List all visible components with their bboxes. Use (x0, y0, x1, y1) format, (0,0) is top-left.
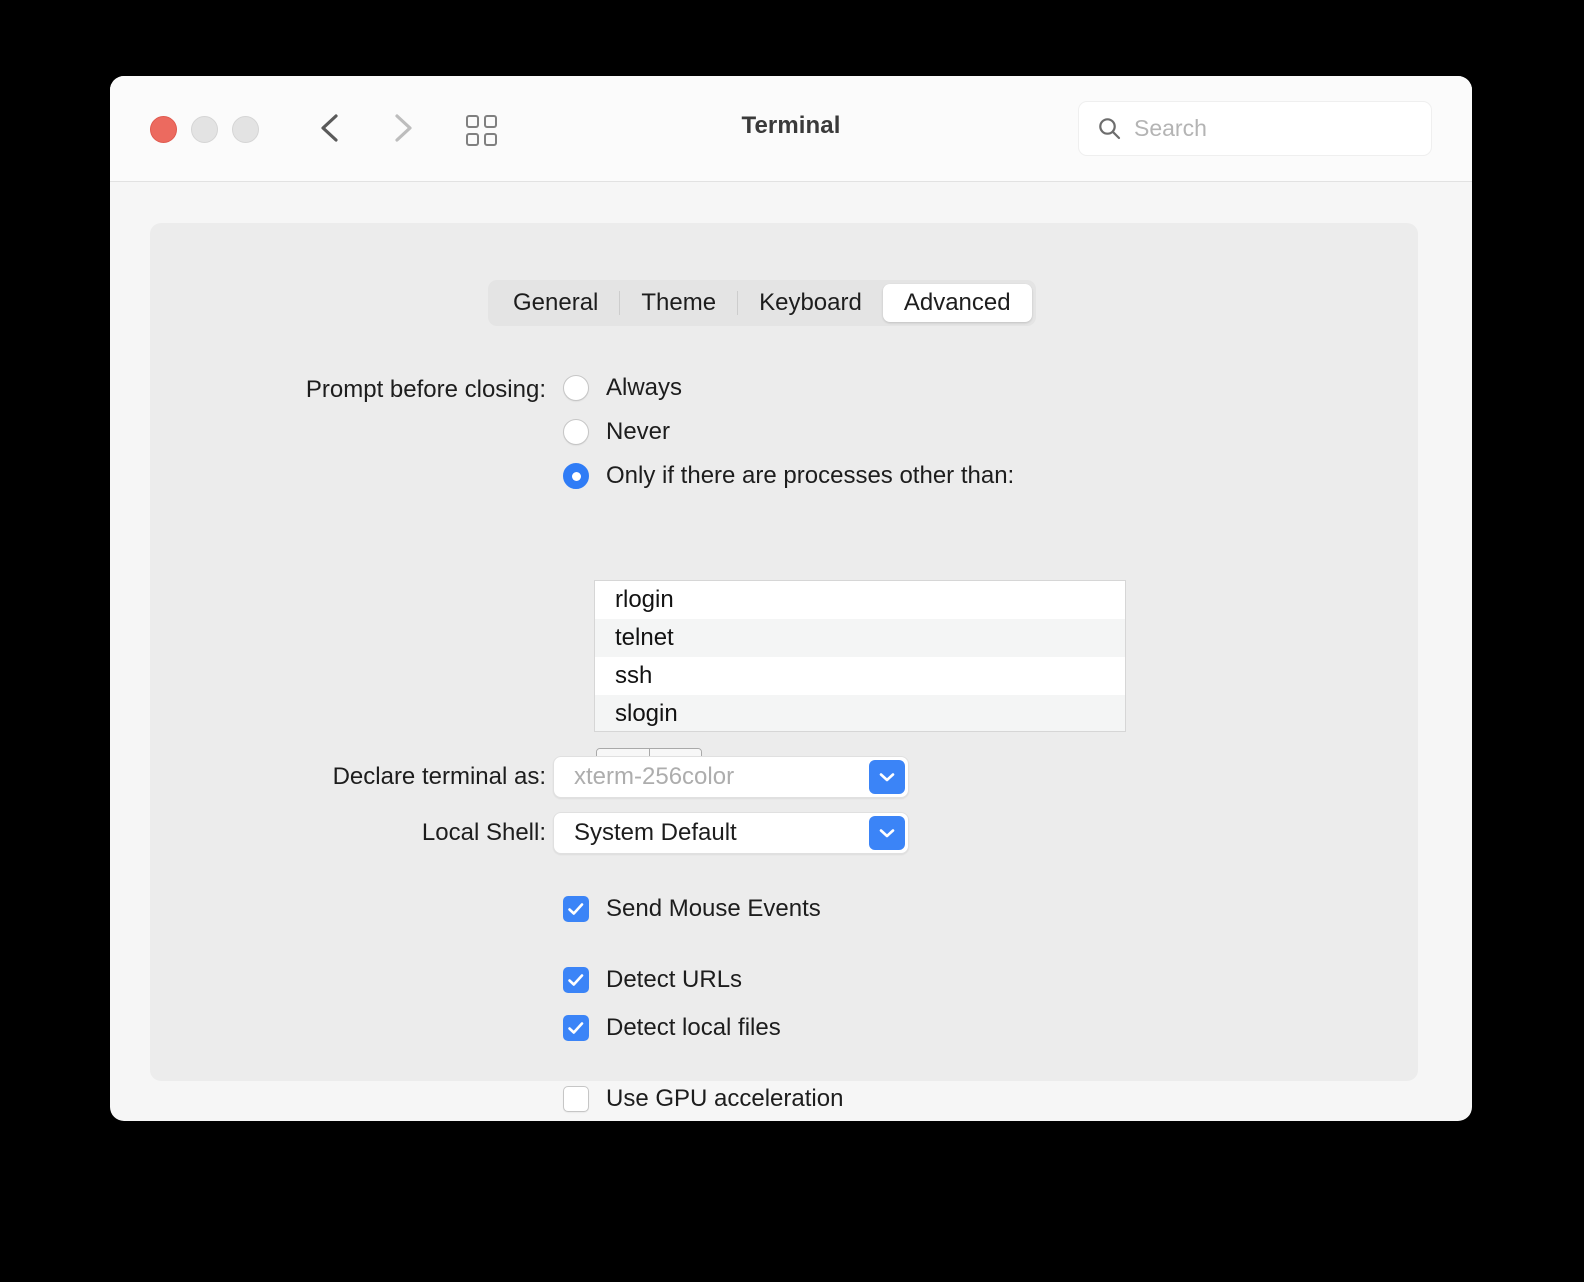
local-shell-label: Local Shell: (421, 819, 546, 846)
search-input[interactable]: Search (1134, 115, 1207, 142)
checkbox-label: Detect URLs (606, 966, 743, 993)
tab-theme[interactable]: Theme (620, 284, 737, 322)
list-item[interactable]: telnet (595, 619, 1125, 657)
search-field[interactable]: Search (1078, 101, 1432, 156)
radio-option-never[interactable]: Never (563, 418, 670, 446)
declare-terminal-label: Declare terminal as: (332, 763, 546, 790)
tab-advanced[interactable]: Advanced (882, 284, 1032, 322)
checkbox-label: Send Mouse Events (606, 895, 821, 922)
checkbox-label: Use GPU acceleration (606, 1085, 844, 1112)
radio-option-always[interactable]: Always (563, 374, 682, 402)
radio-indicator[interactable] (563, 419, 589, 445)
radio-indicator[interactable] (563, 375, 589, 401)
radio-label: Always (606, 374, 683, 401)
radio-label: Never (606, 418, 671, 445)
prompt-before-closing-label: Prompt before closing: (305, 376, 546, 403)
declare-terminal-select[interactable]: xterm-256color (553, 756, 909, 798)
list-item[interactable]: slogin (595, 695, 1125, 731)
checkbox-indicator-checked[interactable] (563, 896, 589, 922)
list-item[interactable]: rlogin (595, 581, 1125, 619)
local-shell-select[interactable]: System Default (553, 812, 909, 854)
tab-keyboard[interactable]: Keyboard (738, 284, 883, 322)
window-toolbar: Terminal Search (110, 76, 1472, 182)
radio-indicator-selected[interactable] (563, 463, 589, 489)
checkbox-detect-urls[interactable]: Detect URLs (563, 966, 742, 994)
preferences-tab-bar: General Theme Keyboard Advanced (488, 280, 1036, 326)
checkbox-indicator-checked[interactable] (563, 967, 589, 993)
checkbox-label: Detect local files (606, 1014, 781, 1041)
local-shell-value: System Default (574, 819, 737, 846)
checkbox-use-gpu-acceleration[interactable]: Use GPU acceleration (563, 1085, 843, 1113)
process-list[interactable]: rlogin telnet ssh slogin (594, 580, 1126, 732)
tab-general[interactable]: General (492, 284, 619, 322)
chevron-down-icon[interactable] (869, 816, 905, 850)
checkbox-detect-local-files[interactable]: Detect local files (563, 1014, 781, 1042)
declare-terminal-value: xterm-256color (574, 763, 735, 790)
radio-label: Only if there are processes other than: (606, 462, 1015, 489)
checkbox-send-mouse-events[interactable]: Send Mouse Events (563, 895, 821, 923)
preferences-panel: General Theme Keyboard Advanced Prompt b… (150, 223, 1418, 1112)
checkbox-indicator-unchecked[interactable] (563, 1086, 589, 1112)
terminal-preferences-window: Terminal Search General Theme Keyboard A… (110, 76, 1472, 1121)
list-item[interactable]: ssh (595, 657, 1125, 695)
search-icon (1097, 116, 1122, 141)
chevron-down-icon[interactable] (869, 760, 905, 794)
checkbox-indicator-checked[interactable] (563, 1015, 589, 1041)
radio-option-only-if-processes[interactable]: Only if there are processes other than: (563, 462, 1014, 490)
